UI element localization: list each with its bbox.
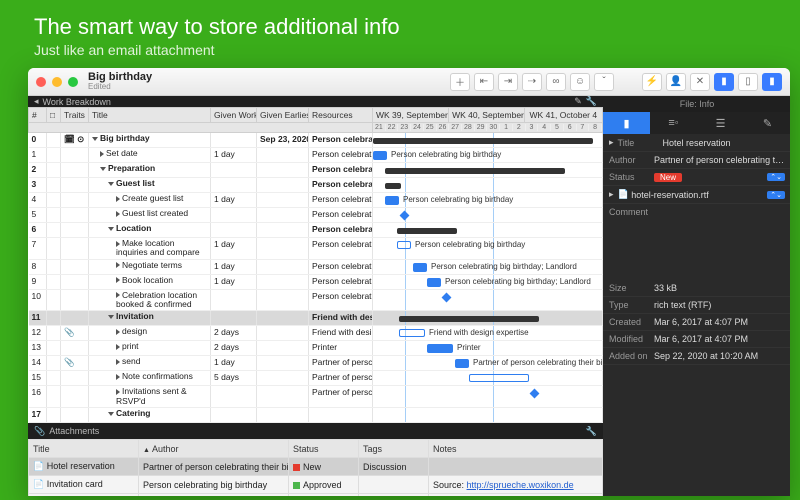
bolt-button[interactable]: ⚡ (642, 73, 662, 91)
attachments-table[interactable]: Title ▲ Author Status Tags Notes 📄 Hotel… (28, 439, 603, 496)
file-dropdown-icon[interactable]: ⌃⌄ (767, 191, 785, 199)
tools-button[interactable]: ✕ (690, 73, 710, 91)
inspector-size: 33 kB (654, 283, 785, 293)
back-icon[interactable]: ◂ (34, 96, 39, 107)
window-subtitle: Edited (88, 83, 152, 91)
app-window: Big birthday Edited ＋ ⇤ ⇥ ⇢ ∞ ☺ ˇ ⚡ 👤 ✕ … (28, 68, 790, 496)
task-row[interactable]: 8Negotiate terms1 dayPerson celebratPers… (29, 259, 603, 274)
inspector-tab-info[interactable]: ▮ (603, 112, 650, 134)
promo-subtitle: Just like an email attachment (34, 42, 800, 58)
zoom-icon[interactable] (68, 77, 78, 87)
task-row[interactable]: 10Celebration location booked & confirme… (29, 289, 603, 311)
inspector-added: Sep 22, 2020 at 10:20 AM (654, 351, 785, 361)
disclosure-icon[interactable]: ▸ (609, 189, 614, 200)
inspector-header: File: Info (603, 96, 790, 112)
promo-title: The smart way to store additional info (34, 14, 800, 40)
task-row[interactable]: 3Guest listPerson celebra (29, 178, 603, 193)
titlebar: Big birthday Edited ＋ ⇤ ⇥ ⇢ ∞ ☺ ˇ ⚡ 👤 ✕ … (28, 68, 790, 96)
task-row[interactable]: 14📎send1 dayPartner of perscPartner of p… (29, 356, 603, 371)
emoji-button[interactable]: ☺ (570, 73, 590, 91)
acol-notes[interactable]: Notes (429, 440, 603, 458)
inspector-title-row: ▸ Title Hotel reservation (603, 134, 790, 152)
task-row[interactable]: 6LocationPerson celebra (29, 223, 603, 238)
acol-status[interactable]: Status (289, 440, 359, 458)
user-button[interactable]: 👤 (666, 73, 686, 91)
task-row[interactable]: 4Create guest list1 dayPerson celebratPe… (29, 193, 603, 208)
col-resources[interactable]: Resources (309, 108, 373, 123)
attachment-row[interactable]: 📄 Invitation e-mailFriend with design ex… (29, 494, 603, 496)
panel-right-button[interactable]: ▮ (762, 73, 782, 91)
task-row[interactable]: 16Invitations sent & RSVP'dPartner of pe… (29, 386, 603, 408)
chain-button[interactable]: ∞ (546, 73, 566, 91)
col-given-earliest[interactable]: Given Earliest Start (257, 108, 309, 123)
view-bar: ◂ Work Breakdown ✎ 🔧 (28, 96, 603, 107)
inspector-tab-4[interactable]: ✎ (744, 112, 790, 134)
inspector-modified: Mar 6, 2017 at 4:07 PM (654, 334, 785, 344)
task-row[interactable]: 9Book location1 dayPerson celebratPerson… (29, 274, 603, 289)
acol-tags[interactable]: Tags (359, 440, 429, 458)
task-row[interactable]: 11InvitationFriend with des (29, 311, 603, 326)
task-row[interactable]: 2PreparationPerson celebra (29, 163, 603, 178)
inspector-type: rich text (RTF) (654, 300, 785, 310)
file-icon: 📄 (618, 189, 629, 200)
link-button[interactable]: ⇢ (522, 73, 542, 91)
col-num[interactable]: # (29, 108, 47, 123)
view-name[interactable]: Work Breakdown (43, 97, 111, 107)
attachment-row[interactable]: 📄 Invitation cardPerson celebrating big … (29, 476, 603, 494)
inspector: File: Info ▮ ≡◦ ☰ ✎ ▸ Title Hotel reserv… (603, 96, 790, 496)
inspector-tab-3[interactable]: ☰ (697, 112, 744, 134)
source-link[interactable]: http://sprueche.woxikon.de (467, 480, 574, 490)
col-flag[interactable]: □ (47, 108, 61, 123)
attachment-icon: 📎 (34, 426, 45, 437)
attachments-bar: 📎 Attachments 🔧 (28, 423, 603, 439)
inspector-file[interactable]: hotel-reservation.rtf (631, 190, 767, 200)
add-button[interactable]: ＋ (450, 73, 470, 91)
acol-title[interactable]: Title (29, 440, 139, 458)
comment-label: Comment (609, 207, 648, 217)
outdent-button[interactable]: ⇥ (498, 73, 518, 91)
wrench-button[interactable]: 🔧 (586, 96, 597, 107)
attachment-row[interactable]: 📄 Hotel reservationPartner of person cel… (29, 458, 603, 476)
attachments-wrench[interactable]: 🔧 (586, 426, 597, 437)
indent-button[interactable]: ⇤ (474, 73, 494, 91)
panel-mid-button[interactable]: ▯ (738, 73, 758, 91)
task-table[interactable]: # □ Traits Title Given Work Given Earlie… (28, 107, 603, 423)
task-row[interactable]: 12📎design2 daysFriend with desiFriend wi… (29, 326, 603, 341)
task-row[interactable]: 17Catering (29, 408, 603, 423)
col-traits[interactable]: Traits (61, 108, 89, 123)
task-row[interactable]: 0🗓 ⊙Big birthdaySep 23, 2020Person celeb… (29, 133, 603, 148)
status-dropdown-icon[interactable]: ⌃⌄ (767, 173, 785, 181)
disclosure-icon[interactable]: ▸ (609, 137, 614, 148)
task-row[interactable]: 5Guest list createdPerson celebrat (29, 208, 603, 223)
dropdown-button[interactable]: ˇ (594, 73, 614, 91)
panel-left-button[interactable]: ▮ (714, 73, 734, 91)
acol-author[interactable]: ▲ Author (139, 440, 289, 458)
inspector-status[interactable]: New (654, 173, 682, 182)
magic-button[interactable]: ✎ (574, 96, 582, 107)
task-row[interactable]: 7Make location inquiries and compare1 da… (29, 238, 603, 260)
inspector-author[interactable]: Partner of person celebrating th... (654, 155, 785, 165)
inspector-tab-2[interactable]: ≡◦ (650, 112, 697, 134)
task-row[interactable]: 1Set date1 dayPerson celebratPerson cele… (29, 148, 603, 163)
close-icon[interactable] (36, 77, 46, 87)
col-given-work[interactable]: Given Work (211, 108, 257, 123)
inspector-created: Mar 6, 2017 at 4:07 PM (654, 317, 785, 327)
task-row[interactable]: 13print2 daysPrinterPrinter (29, 341, 603, 356)
task-row[interactable]: 15Note confirmations5 daysPartner of per… (29, 371, 603, 386)
col-timeline: WK 39, September 20 WK 40, September 27 … (373, 108, 603, 123)
minimize-icon[interactable] (52, 77, 62, 87)
col-title[interactable]: Title (89, 108, 211, 123)
